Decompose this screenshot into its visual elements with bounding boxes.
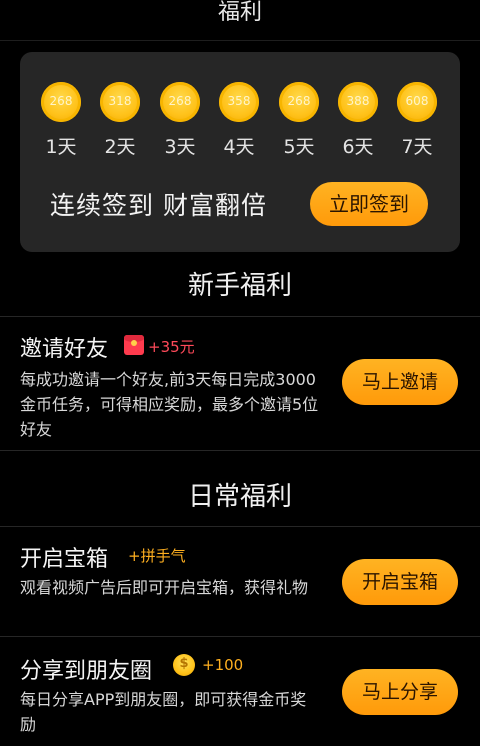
task-share-moments: 分享到朋友圈 +100 每日分享APP到朋友圈，即可获得金币奖励 马上分享	[0, 637, 480, 746]
gold-coin-icon: 268	[41, 82, 81, 122]
checkin-slogan: 连续签到 财富翻倍	[50, 191, 267, 220]
day-label: 6天	[342, 136, 374, 158]
coin-amount: 268	[49, 94, 73, 108]
invite-button[interactable]: 马上邀请	[342, 359, 458, 405]
gold-coin-icon: 608	[397, 82, 437, 122]
checkin-day-6: 388 6天	[328, 80, 388, 160]
day-label: 1天	[45, 136, 77, 158]
page-title: 福利	[217, 0, 262, 25]
day-label: 3天	[164, 136, 196, 158]
task-open-treasure-box: 开启宝箱 +拼手气 观看视频广告后即可开启宝箱，获得礼物 开启宝箱	[0, 527, 480, 635]
task-description: 每成功邀请一个好友,前3天每日完成3000金币任务，可得相应奖励，最多个邀请5位…	[20, 370, 319, 439]
open-box-button[interactable]: 开启宝箱	[342, 559, 458, 605]
gold-coin-icon: 388	[338, 82, 378, 122]
checkin-day-3: 268 3天	[150, 80, 210, 160]
day-label: 4天	[223, 136, 255, 158]
task-reward: +拼手气	[128, 547, 186, 565]
task-invite-friends: 邀请好友 +35元 每成功邀请一个好友,前3天每日完成3000金币任务，可得相应…	[0, 317, 480, 449]
checkin-day-5: 268 5天	[269, 80, 329, 160]
coin-amount: 268	[287, 94, 311, 108]
task-reward: +35元	[148, 338, 195, 356]
section-title-daily: 日常福利	[187, 482, 292, 512]
checkin-day-4: 358 4天	[209, 80, 269, 160]
share-button[interactable]: 马上分享	[342, 669, 458, 715]
coin-amount: 358	[227, 94, 251, 108]
gold-coin-icon	[173, 654, 195, 676]
divider	[0, 450, 480, 451]
checkin-day-7: 608 7天	[387, 80, 447, 160]
section-title-newbie: 新手福利	[187, 271, 292, 301]
checkin-button[interactable]: 立即签到	[310, 182, 428, 226]
red-packet-icon	[124, 335, 144, 355]
day-label: 5天	[283, 136, 315, 158]
day-label: 2天	[104, 136, 136, 158]
day-label: 7天	[401, 136, 433, 158]
checkin-day-2: 318 2天	[90, 80, 150, 160]
page-header: 福利	[0, 0, 480, 41]
gold-coin-icon: 268	[160, 82, 200, 122]
task-description: 每日分享APP到朋友圈，即可获得金币奖励	[20, 690, 307, 734]
coin-amount: 318	[108, 94, 132, 108]
gold-coin-icon: 318	[100, 82, 140, 122]
checkin-card: 268 1天 318 2天 268 3天 358 4天 268 5天 388 6…	[20, 52, 460, 252]
task-title: 分享到朋友圈	[20, 659, 153, 684]
task-title: 开启宝箱	[20, 547, 109, 572]
coin-amount: 268	[168, 94, 192, 108]
task-description: 观看视频广告后即可开启宝箱，获得礼物	[20, 578, 309, 597]
gold-coin-icon: 268	[279, 82, 319, 122]
gold-coin-icon: 358	[219, 82, 259, 122]
checkin-days-row: 268 1天 318 2天 268 3天 358 4天 268 5天 388 6…	[20, 80, 460, 160]
coin-amount: 388	[346, 94, 370, 108]
task-reward: +100	[202, 656, 244, 674]
coin-amount: 608	[405, 94, 429, 108]
checkin-day-1: 268 1天	[31, 80, 91, 160]
task-title: 邀请好友	[20, 337, 109, 362]
